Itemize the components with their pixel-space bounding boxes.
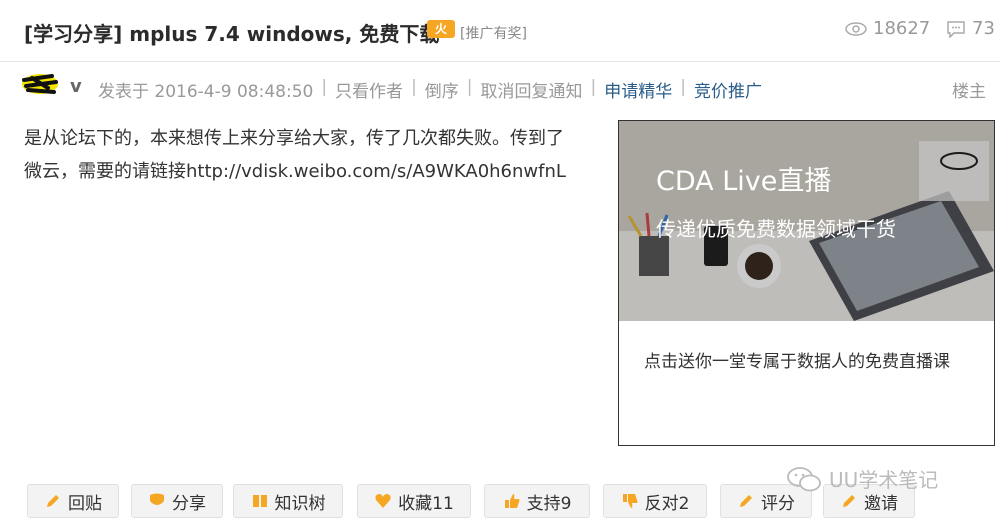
ad-headline: CDA Live直播 — [656, 166, 832, 197]
replies-stat: 73 — [946, 18, 995, 39]
watermark: UU学术笔记 — [787, 464, 938, 493]
views-stat: 18627 — [845, 18, 930, 39]
post-line: 是从论坛下的，本来想传上来分享给大家，传了几次都失败。传到了 — [24, 128, 564, 149]
pencil-icon — [47, 495, 59, 507]
meta-separator: | — [590, 77, 597, 97]
book-icon — [252, 495, 267, 507]
meta-separator: | — [411, 77, 417, 97]
oppose-button[interactable]: 反对2 — [603, 484, 707, 518]
ad-image[interactable]: CDA Live直播 传递优质免费数据领域干货 — [619, 121, 994, 321]
share-button-label: 分享 — [172, 493, 206, 514]
share-button[interactable]: 分享 — [131, 484, 223, 518]
reply-button-label: 回贴 — [68, 493, 102, 514]
post-meta: 发表于 2016-4-9 08:48:50 | 只看作者 | 倒序 | 取消回复… — [98, 77, 762, 102]
views-count: 18627 — [873, 18, 931, 39]
ad-caption[interactable]: 点击送你一堂专属于数据人的免费直播课 — [644, 347, 950, 372]
ad-box[interactable]: CDA Live直播 传递优质免费数据领域干货 点击送你一堂专属于数据人的免费直… — [618, 120, 995, 446]
watermark-text: UU学术笔记 — [829, 468, 939, 492]
knowledge-tree-button[interactable]: 知识树 — [233, 484, 343, 518]
hot-badge: 火 — [427, 20, 455, 38]
heart-shield-icon — [150, 493, 164, 505]
support-button[interactable]: 支持9 — [484, 484, 590, 518]
favorite-button[interactable]: 收藏11 — [357, 484, 471, 518]
promo-tag[interactable]: [推广有奖] — [460, 23, 527, 43]
pencil-icon — [843, 495, 855, 507]
pencil-icon — [740, 495, 752, 507]
thumbs-down-icon — [622, 494, 638, 508]
promote-link[interactable]: 竞价推广 — [694, 77, 762, 102]
knowledge-tree-button-label: 知识树 — [274, 493, 326, 514]
favorite-button-label: 收藏11 — [398, 493, 454, 514]
reverse-order-link[interactable]: 倒序 — [425, 77, 459, 102]
comment-icon — [947, 20, 965, 38]
vip-mark: v — [70, 76, 82, 97]
meta-separator: | — [680, 77, 686, 97]
cancel-notify-link[interactable]: 取消回复通知 — [481, 77, 583, 102]
wechat-icon — [787, 466, 821, 491]
reply-button[interactable]: 回贴 — [27, 484, 119, 518]
title-bar: [学习分享] mplus 7.4 windows, 免费下载 火 [推广有奖] … — [0, 0, 1000, 62]
eye-icon — [845, 21, 867, 36]
meta-separator: | — [466, 77, 473, 97]
support-button-label: 支持9 — [526, 493, 572, 514]
ad-subline: 传递优质免费数据领域干货 — [656, 217, 896, 241]
floor-label: 楼主 — [952, 82, 986, 102]
only-author-link[interactable]: 只看作者 — [335, 77, 403, 102]
avatar[interactable] — [18, 68, 66, 98]
apply-featured-link[interactable]: 申请精华 — [604, 77, 672, 102]
post-body: 是从论坛下的，本来想传上来分享给大家，传了几次都失败。传到了 微云，需要的请链接… — [24, 122, 604, 188]
post-time: 发表于 2016-4-9 08:48:50 — [98, 82, 314, 102]
meta-separator: | — [321, 77, 328, 97]
post-line-link[interactable]: 微云，需要的请链接http://vdisk.weibo.com/s/A9WKA0… — [24, 155, 604, 188]
replies-count: 73 — [972, 18, 995, 39]
thread-title[interactable]: [学习分享] mplus 7.4 windows, 免费下载 — [24, 18, 439, 47]
heart-icon — [375, 494, 391, 508]
oppose-button-label: 反对2 — [644, 493, 690, 514]
thumbs-up-icon — [504, 494, 520, 508]
